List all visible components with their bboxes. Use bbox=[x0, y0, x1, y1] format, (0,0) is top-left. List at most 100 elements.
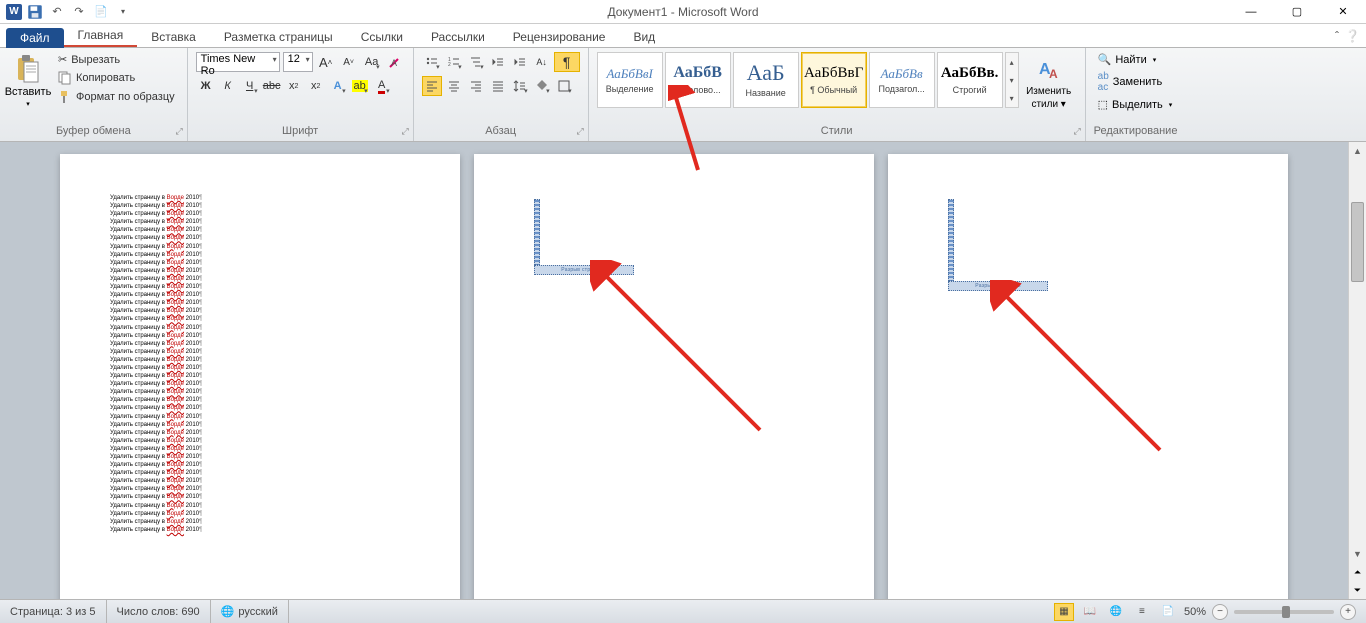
help-icon[interactable]: ❔ bbox=[1345, 29, 1360, 43]
grow-font-button[interactable]: A˄ bbox=[316, 52, 336, 72]
tab-references[interactable]: Ссылки bbox=[347, 27, 417, 47]
view-outline[interactable]: ≡ bbox=[1132, 603, 1152, 621]
paragraph-launcher-icon[interactable]: ⤢ bbox=[576, 126, 583, 137]
numbering-button[interactable]: 12▾ bbox=[444, 52, 464, 72]
undo-icon[interactable]: ↶ bbox=[48, 3, 66, 21]
view-print-layout[interactable]: ▦ bbox=[1054, 603, 1074, 621]
style-обычный[interactable]: АаБбВвГ¶ Обычный bbox=[801, 52, 867, 108]
zoom-in-button[interactable]: + bbox=[1340, 604, 1356, 620]
status-language[interactable]: 🌐русский bbox=[211, 600, 289, 623]
font-color-button[interactable]: A▾ bbox=[372, 76, 392, 96]
styles-launcher-icon[interactable]: ⤢ bbox=[1073, 126, 1080, 137]
align-left-button[interactable] bbox=[422, 76, 442, 96]
view-draft[interactable]: 📄 bbox=[1158, 603, 1178, 621]
lang-icon: 🌐 bbox=[221, 605, 235, 618]
prev-page-icon[interactable]: ⏶ bbox=[1349, 563, 1366, 581]
align-center-button[interactable] bbox=[444, 76, 464, 96]
brush-icon bbox=[58, 90, 72, 104]
justify-button[interactable] bbox=[488, 76, 508, 96]
text-effects-button[interactable]: A▾ bbox=[328, 76, 348, 96]
tab-mailings[interactable]: Рассылки bbox=[417, 27, 499, 47]
vertical-scrollbar[interactable]: ▲ ▼ ⏶ ⏷ bbox=[1348, 142, 1366, 599]
strike-button[interactable]: abc bbox=[262, 76, 282, 96]
next-page-icon[interactable]: ⏷ bbox=[1349, 581, 1366, 599]
underline-button[interactable]: Ч▾ bbox=[240, 76, 260, 96]
status-words[interactable]: Число слов: 690 bbox=[107, 600, 211, 623]
subscript-button[interactable]: x2 bbox=[284, 76, 304, 96]
quick-access-toolbar: W ↶ ↷ 📄 ▾ bbox=[0, 3, 138, 21]
align-right-button[interactable] bbox=[466, 76, 486, 96]
zoom-out-button[interactable]: − bbox=[1212, 604, 1228, 620]
line-spacing-button[interactable]: ▾ bbox=[510, 76, 530, 96]
copy-button[interactable]: Копировать bbox=[54, 70, 179, 86]
document-area[interactable]: Удалить страницу в Ворде 2010¶Удалить ст… bbox=[0, 142, 1348, 599]
ribbon-tabs: Файл Главная Вставка Разметка страницы С… bbox=[0, 24, 1366, 48]
tab-layout[interactable]: Разметка страницы bbox=[210, 27, 347, 47]
file-tab[interactable]: Файл bbox=[6, 28, 64, 48]
find-button[interactable]: 🔍Найти▾ bbox=[1094, 52, 1178, 67]
qat-dropdown-icon[interactable]: ▾ bbox=[114, 3, 132, 21]
zoom-level[interactable]: 50% bbox=[1184, 606, 1206, 618]
page-2[interactable]: Разрыв страницы bbox=[474, 154, 874, 599]
style-строгий[interactable]: АаБбВв.Строгий bbox=[937, 52, 1003, 108]
indent-decrease-button[interactable] bbox=[488, 52, 508, 72]
group-styles: АаБбВвІВыделениеАаБбВЗаголово...АаБНазва… bbox=[589, 48, 1086, 141]
font-name-combo[interactable]: Times New Ro bbox=[196, 52, 280, 72]
select-button[interactable]: ⬚Выделить▾ bbox=[1094, 97, 1178, 112]
font-size-combo[interactable]: 12 bbox=[283, 52, 313, 72]
highlight-button[interactable]: ab▾ bbox=[350, 76, 370, 96]
tab-review[interactable]: Рецензирование bbox=[499, 27, 620, 47]
maximize-button[interactable]: ▢ bbox=[1274, 0, 1320, 24]
replace-button[interactable]: abacЗаменить bbox=[1094, 70, 1178, 94]
style-подзагол[interactable]: АаБбВвПодзагол... bbox=[869, 52, 935, 108]
change-styles-button[interactable]: AAИзменитьстили ▾ bbox=[1021, 52, 1077, 110]
multilevel-button[interactable]: ▾ bbox=[466, 52, 486, 72]
redo-icon[interactable]: ↷ bbox=[70, 3, 88, 21]
close-button[interactable]: ✕ bbox=[1320, 0, 1366, 24]
bullets-button[interactable]: ▾ bbox=[422, 52, 442, 72]
save-icon[interactable] bbox=[26, 3, 44, 21]
borders-button[interactable]: ▾ bbox=[554, 76, 574, 96]
style-выделение[interactable]: АаБбВвІВыделение bbox=[597, 52, 663, 108]
sort-button[interactable]: A↓ bbox=[532, 52, 552, 72]
word-app-icon[interactable]: W bbox=[6, 4, 22, 20]
page-3[interactable]: Разрыв страницы bbox=[888, 154, 1288, 599]
shading-button[interactable]: ▾ bbox=[532, 76, 552, 96]
tab-insert[interactable]: Вставка bbox=[137, 27, 210, 47]
paste-button[interactable]: Вставить ▾ bbox=[8, 52, 48, 123]
tab-view[interactable]: Вид bbox=[619, 27, 669, 47]
select-icon: ⬚ bbox=[1098, 98, 1108, 111]
minimize-ribbon-icon[interactable]: ˆ bbox=[1335, 29, 1339, 43]
show-marks-button[interactable]: ¶ bbox=[554, 52, 580, 72]
clipboard-launcher-icon[interactable]: ⤢ bbox=[175, 126, 182, 137]
change-case-button[interactable]: Aa▾ bbox=[362, 52, 382, 72]
format-painter-button[interactable]: Формат по образцу bbox=[54, 89, 179, 105]
view-web[interactable]: 🌐 bbox=[1106, 603, 1126, 621]
status-page[interactable]: Страница: 3 из 5 bbox=[0, 600, 107, 623]
scroll-thumb[interactable] bbox=[1351, 202, 1364, 282]
styles-expand-button[interactable]: ▴▾▾ bbox=[1005, 52, 1019, 108]
tab-home[interactable]: Главная bbox=[64, 25, 138, 47]
qat-extra-icon[interactable]: 📄 bbox=[92, 3, 110, 21]
zoom-slider[interactable] bbox=[1234, 610, 1334, 614]
group-label-paragraph: Абзац bbox=[485, 125, 516, 137]
scroll-down-icon[interactable]: ▼ bbox=[1349, 545, 1366, 563]
style-название[interactable]: АаБНазвание bbox=[733, 52, 799, 108]
superscript-button[interactable]: x2 bbox=[306, 76, 326, 96]
scroll-up-icon[interactable]: ▲ bbox=[1349, 142, 1366, 160]
group-label-clipboard: Буфер обмена bbox=[56, 125, 131, 137]
group-label-font: Шрифт bbox=[282, 125, 318, 137]
shrink-font-button[interactable]: A˅ bbox=[339, 52, 359, 72]
view-reading[interactable]: 📖 bbox=[1080, 603, 1100, 621]
clear-format-button[interactable]: A bbox=[385, 52, 405, 72]
group-label-styles: Стили bbox=[821, 125, 853, 137]
style-заголово[interactable]: АаБбВЗаголово... bbox=[665, 52, 731, 108]
bold-button[interactable]: Ж bbox=[196, 76, 216, 96]
cut-button[interactable]: ✂Вырезать bbox=[54, 52, 179, 67]
ribbon: Вставить ▾ ✂Вырезать Копировать Формат п… bbox=[0, 48, 1366, 142]
page-1[interactable]: Удалить страницу в Ворде 2010¶Удалить ст… bbox=[60, 154, 460, 599]
minimize-button[interactable]: — bbox=[1228, 0, 1274, 24]
indent-increase-button[interactable] bbox=[510, 52, 530, 72]
font-launcher-icon[interactable]: ⤢ bbox=[401, 126, 408, 137]
italic-button[interactable]: К bbox=[218, 76, 238, 96]
